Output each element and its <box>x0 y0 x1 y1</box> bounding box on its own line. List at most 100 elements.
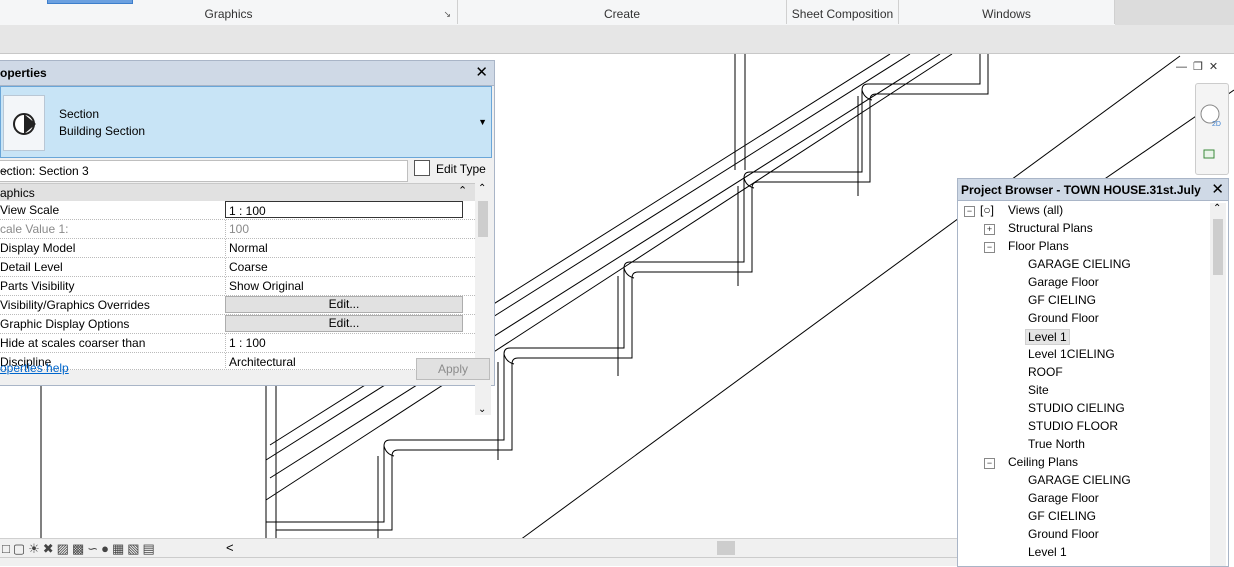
tree-label: Garage Floor <box>1028 275 1099 289</box>
collapse-icon[interactable]: − <box>984 242 995 253</box>
chevron-down-icon: ⌄ <box>0 164 10 176</box>
property-name: Visibility/Graphics Overrides <box>0 298 150 312</box>
edit-type-button[interactable]: Edit Type <box>414 160 486 180</box>
tree-label: Ground Floor <box>1028 527 1099 541</box>
scroll-down-icon[interactable]: ⌄ <box>478 404 486 415</box>
project-browser: Project Browser - TOWN HOUSE.31st.July ✕… <box>957 178 1229 567</box>
edit-type-label: Edit Type <box>436 162 486 176</box>
properties-help-link[interactable]: operties help <box>0 361 69 375</box>
scroll-up-icon[interactable]: ⌃ <box>1213 203 1221 214</box>
ribbon-group-graphics: Graphics ↘ <box>0 0 458 24</box>
ribbon-empty-area <box>1115 0 1234 25</box>
table-row: Discipline Architectural <box>0 353 475 370</box>
tree-label: ROOF <box>1028 365 1063 379</box>
tree-label: Views (all) <box>1008 203 1064 217</box>
properties-scrollbar[interactable]: ⌃ ⌄ <box>475 183 491 415</box>
ribbon-group-create: Create <box>458 0 787 24</box>
collapse-icon[interactable]: − <box>964 206 975 217</box>
instance-selector[interactable]: ection: Section 3 ⌄ <box>0 160 408 182</box>
scroll-up-icon[interactable]: ⌃ <box>478 183 486 194</box>
table-row: Display Model Normal <box>0 239 475 258</box>
table-row: cale Value 1: 100 <box>0 220 475 239</box>
collapse-icon[interactable]: ⌃ <box>458 184 467 197</box>
views-icon: [○] <box>980 203 994 217</box>
vg-overrides-edit-button[interactable]: Edit... <box>225 296 463 313</box>
property-name: Parts Visibility <box>0 279 75 293</box>
property-value: 1 : 100 <box>229 204 266 218</box>
svg-text:2D: 2D <box>1212 121 1221 128</box>
options-bar <box>0 25 1234 54</box>
tree-label: Level 1CIELING <box>1028 347 1115 361</box>
tree-label: GF CIELING <box>1028 509 1097 523</box>
view-scale-field[interactable]: 1 : 100 <box>225 201 463 218</box>
ribbon-group-sheet-composition: Sheet Composition <box>787 0 899 24</box>
hide-scale-field[interactable]: 1 : 100 <box>225 334 462 351</box>
minimize-icon[interactable]: — <box>1176 61 1187 73</box>
type-family: Building Section <box>59 124 146 138</box>
scale-value-field: 100 <box>225 220 462 237</box>
table-row: Hide at scales coarser than 1 : 100 <box>0 334 475 353</box>
section-type-icon <box>3 95 45 151</box>
close-icon[interactable]: ✕ <box>1211 180 1224 198</box>
horizontal-scroll-thumb[interactable] <box>717 541 735 555</box>
project-browser-title-bar[interactable]: Project Browser - TOWN HOUSE.31st.July ✕ <box>958 179 1228 201</box>
tree-label: True North <box>1028 437 1085 451</box>
property-value: 1 : 100 <box>229 336 266 350</box>
button-label: Edit... <box>328 316 360 330</box>
category-header[interactable]: aphics ⌃ <box>0 183 475 202</box>
view-control-bar: □▢☀✖▨▩∽●▦▧▤ < <box>0 538 957 558</box>
properties-title-bar[interactable]: operties ✕ <box>0 61 494 86</box>
ribbon-group-label: Windows <box>982 7 1031 21</box>
properties-title: operties <box>0 66 47 80</box>
properties-grid: View Scale 1 : 100 cale Value 1: 100 Displ… <box>0 201 475 370</box>
tree-label: Level 1 <box>1025 329 1070 345</box>
button-label: Edit... <box>328 297 360 311</box>
properties-palette: operties ✕ Section Building Section ▼ ec… <box>0 60 495 415</box>
tree-label: STUDIO FLOOR <box>1028 419 1119 433</box>
table-row: Parts Visibility Show Original <box>0 277 475 296</box>
dropdown-arrow-icon[interactable]: ▼ <box>478 117 487 127</box>
tree-label: GARAGE CIELING <box>1028 473 1131 487</box>
property-name: View Scale <box>0 203 60 217</box>
tree-label: Ground Floor <box>1028 311 1099 325</box>
property-name: Hide at scales coarser than <box>0 336 146 350</box>
table-row: View Scale 1 : 100 <box>0 201 475 220</box>
table-row: Graphic Display Options Edit... <box>0 315 475 334</box>
close-icon[interactable]: ✕ <box>475 63 488 81</box>
restore-icon[interactable]: ❐ <box>1193 61 1203 73</box>
type-selector[interactable]: Section Building Section ▼ <box>0 86 492 158</box>
property-value: Coarse <box>229 260 268 274</box>
scroll-thumb[interactable] <box>478 201 488 237</box>
navigation-bar: 2D <box>1195 83 1229 175</box>
collapse-icon[interactable]: − <box>984 458 995 469</box>
tree-label: Garage Floor <box>1028 491 1099 505</box>
graphic-display-edit-button[interactable]: Edit... <box>225 315 463 332</box>
table-row: Visibility/Graphics Overrides Edit... <box>0 296 475 315</box>
tree-label: Floor Plans <box>1008 239 1069 253</box>
apply-button[interactable]: Apply <box>416 358 490 380</box>
edit-type-icon <box>414 160 430 176</box>
tree-label: STUDIO CIELING <box>1028 401 1125 415</box>
property-name: Display Model <box>0 241 76 255</box>
display-model-field[interactable]: Normal <box>225 239 462 256</box>
dialog-launcher-icon[interactable]: ↘ <box>443 9 451 20</box>
scroll-thumb[interactable] <box>1213 219 1223 275</box>
property-value: Normal <box>229 241 268 255</box>
property-name: Detail Level <box>0 260 63 274</box>
tree-label: Ceiling Plans <box>1008 455 1079 469</box>
property-value: 100 <box>229 222 250 236</box>
view-control-icons[interactable]: □▢☀✖▨▩∽●▦▧▤ <box>2 541 158 557</box>
detail-level-field[interactable]: Coarse <box>225 258 462 275</box>
instance-row: ection: Section 3 ⌄ Edit Type <box>0 160 494 182</box>
scroll-left-icon[interactable]: < <box>226 540 234 555</box>
steering-wheel-icon[interactable]: 2D <box>1196 84 1228 174</box>
ribbon-group-windows: Windows <box>899 0 1115 24</box>
property-name: Graphic Display Options <box>0 317 130 331</box>
project-browser-scrollbar[interactable]: ⌃ <box>1210 203 1226 566</box>
expand-icon[interactable]: + <box>984 224 995 235</box>
close-icon[interactable]: ✕ <box>1209 61 1218 73</box>
parts-visibility-field[interactable]: Show Original <box>225 277 462 294</box>
property-name: cale Value 1: <box>0 222 69 236</box>
ribbon: Graphics ↘ Create Sheet Composition Wind… <box>0 0 1234 26</box>
view-window-controls: — ❐ ✕ <box>1176 60 1224 73</box>
